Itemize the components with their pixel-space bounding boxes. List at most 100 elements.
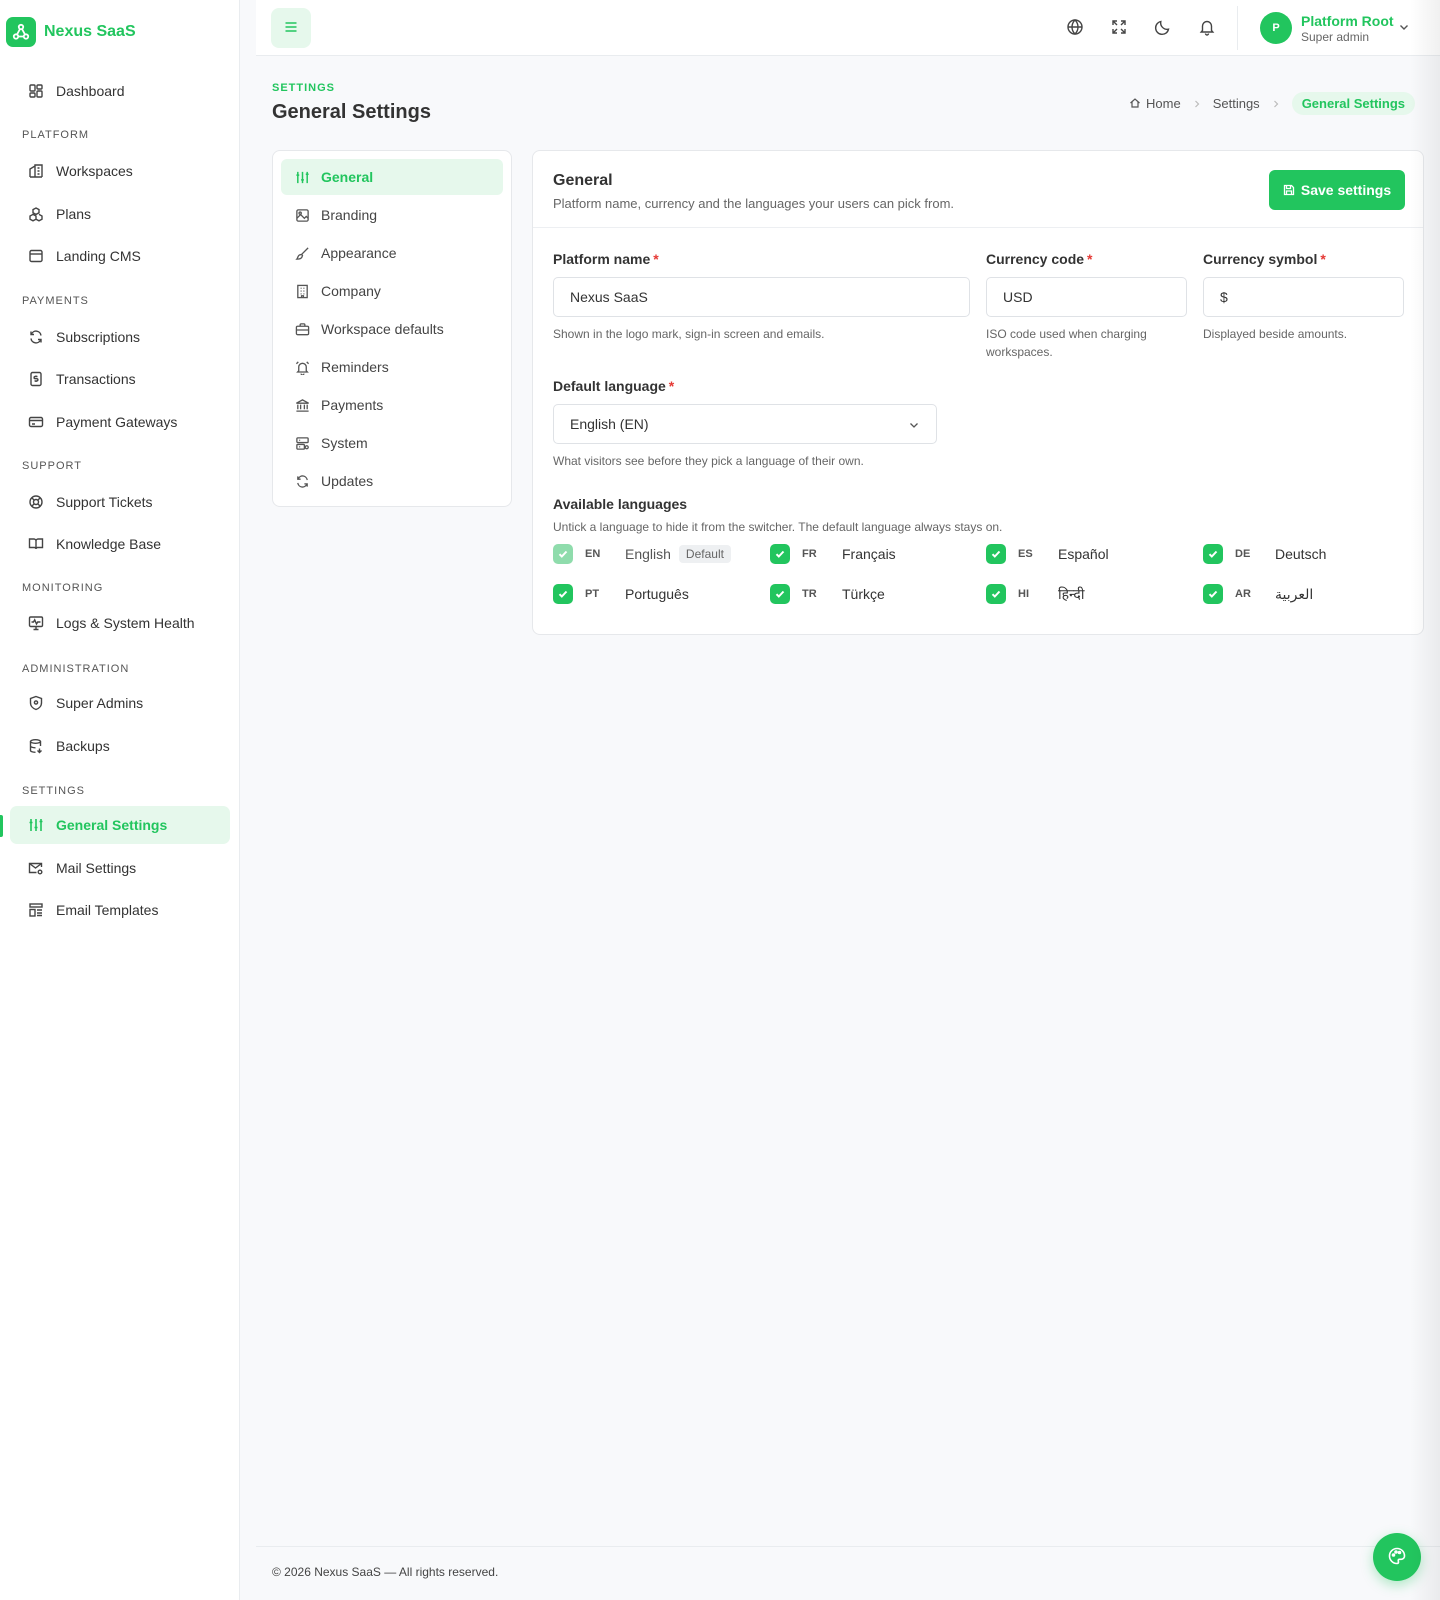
refresh-icon [294,473,310,489]
sidebar-item-workspaces[interactable]: Workspaces [10,152,230,190]
section-payments: PAYMENTS [22,295,89,307]
section-settings: SETTINGS [22,785,86,797]
sidebar-item-logs-system-health[interactable]: Logs & System Health [10,604,230,642]
language-option-de[interactable]: DE Deutsch [1203,543,1326,565]
checkbox-hi[interactable] [986,584,1006,604]
topbar: P Platform Root Super admin [256,0,1440,56]
sidebar-item-label: Landing CMS [56,248,141,264]
book-open-icon [27,535,45,553]
credit-card-icon [27,413,45,431]
checkbox-pt[interactable] [553,584,573,604]
sidebar-item-label: General Settings [56,817,168,833]
settings-tab-general[interactable]: General [281,159,503,195]
language-option-fr[interactable]: FR Français [770,543,896,565]
checkbox-es[interactable] [986,544,1006,564]
checkbox-fr[interactable] [770,544,790,564]
language-option-tr[interactable]: TR Türkçe [770,583,885,605]
language-option-pt[interactable]: PT Português [553,583,689,605]
sidebar-item-payment-gateways[interactable]: Payment Gateways [10,403,230,441]
avatar[interactable]: P [1260,12,1292,44]
brand-name: Nexus SaaS [44,23,136,40]
card-subtitle: Platform name, currency and the language… [553,196,955,211]
sidebar: Nexus SaaS Dashboard PLATFORM Workspaces… [0,0,240,1600]
sidebar-item-plans[interactable]: Plans [10,195,230,233]
sidebar-item-email-templates[interactable]: Email Templates [10,891,230,929]
page-title: General Settings [272,101,431,123]
sidebar-item-backups[interactable]: Backups [10,727,230,765]
footer-divider [256,1546,1440,1547]
sidebar-item-super-admins[interactable]: Super Admins [10,684,230,722]
expand-icon [1110,18,1128,39]
brand[interactable]: Nexus SaaS [6,17,136,47]
image-icon [294,207,310,223]
sidebar-item-dashboard[interactable]: Dashboard [10,72,230,110]
default-language-select[interactable]: English (EN) [553,404,937,444]
settings-tab-workspace-defaults[interactable]: Workspace defaults [281,311,503,347]
section-platform: PLATFORM [22,129,90,141]
breadcrumb: Home Settings General Settings [1129,91,1415,115]
theme-customizer-button[interactable] [1373,1533,1421,1581]
user-name[interactable]: Platform Root [1301,13,1394,29]
save-icon [1283,184,1295,196]
sidebar-item-general-settings[interactable]: General Settings [10,806,230,844]
platform-name-input[interactable]: Nexus SaaS [553,277,970,317]
default-language-label: Default language * [553,378,675,394]
platform-name-label: Platform name * [553,251,659,267]
breadcrumb-settings[interactable]: Settings [1213,96,1260,111]
footer-copyright: © 2026 Nexus SaaS — All rights reserved. [272,1565,499,1579]
save-settings-button[interactable]: Save settings [1269,170,1405,210]
breadcrumb-home[interactable]: Home [1129,96,1181,111]
settings-tab-system[interactable]: System [281,425,503,461]
settings-tab-branding[interactable]: Branding [281,197,503,233]
notifications-button[interactable] [1187,8,1227,48]
settings-tab-company[interactable]: Company [281,273,503,309]
theme-toggle-button[interactable] [1143,8,1183,48]
settings-tab-payments[interactable]: Payments [281,387,503,423]
language-option-ar[interactable]: AR العربية [1203,583,1313,605]
browser-window-icon [27,247,45,265]
sidebar-item-landing-cms[interactable]: Landing CMS [10,237,230,275]
checkbox-ar[interactable] [1203,584,1223,604]
language-option-en: EN English Default [553,543,731,565]
sidebar-item-knowledge-base[interactable]: Knowledge Base [10,525,230,563]
settings-tab-appearance[interactable]: Appearance [281,235,503,271]
brush-icon [294,245,310,261]
dashboard-icon [27,82,45,100]
currency-code-hint: ISO code used when charging workspaces. [986,327,1147,359]
currency-code-label: Currency code * [986,251,1093,267]
default-language-hint: What visitors see before they pick a lan… [553,454,864,468]
sidebar-item-label: Knowledge Base [56,536,162,552]
home-icon [1129,97,1141,109]
sidebar-item-transactions[interactable]: Transactions [10,360,230,398]
sidebar-item-support-tickets[interactable]: Support Tickets [10,483,230,521]
sidebar-item-label: Email Templates [56,902,159,918]
checkbox-en [553,544,573,564]
hamburger-icon [283,19,299,38]
monitor-pulse-icon [27,614,45,632]
server-icon [294,435,310,451]
template-icon [27,901,45,919]
sidebar-item-mail-settings[interactable]: Mail Settings [10,849,230,887]
language-option-hi[interactable]: HI हिन्दी [986,583,1084,605]
language-button[interactable] [1055,8,1095,48]
currency-code-input[interactable]: USD [986,277,1187,317]
chevron-right-icon [1272,96,1280,111]
fullscreen-button[interactable] [1099,8,1139,48]
settings-tab-updates[interactable]: Updates [281,463,503,499]
sliders-icon [27,816,45,834]
language-option-es[interactable]: ES Español [986,543,1109,565]
general-settings-card: General Platform name, currency and the … [532,150,1424,635]
settings-tab-reminders[interactable]: Reminders [281,349,503,385]
bank-icon [294,397,310,413]
chevron-down-icon[interactable] [1398,20,1410,36]
menu-toggle-button[interactable] [271,8,311,48]
sidebar-item-subscriptions[interactable]: Subscriptions [10,318,230,356]
section-support: SUPPORT [22,460,82,472]
checkbox-tr[interactable] [770,584,790,604]
currency-symbol-input[interactable]: $ [1203,277,1404,317]
building-icon [294,283,310,299]
moon-icon [1154,18,1172,39]
sidebar-item-label: Mail Settings [56,860,137,876]
sliders-icon [294,169,310,185]
checkbox-de[interactable] [1203,544,1223,564]
